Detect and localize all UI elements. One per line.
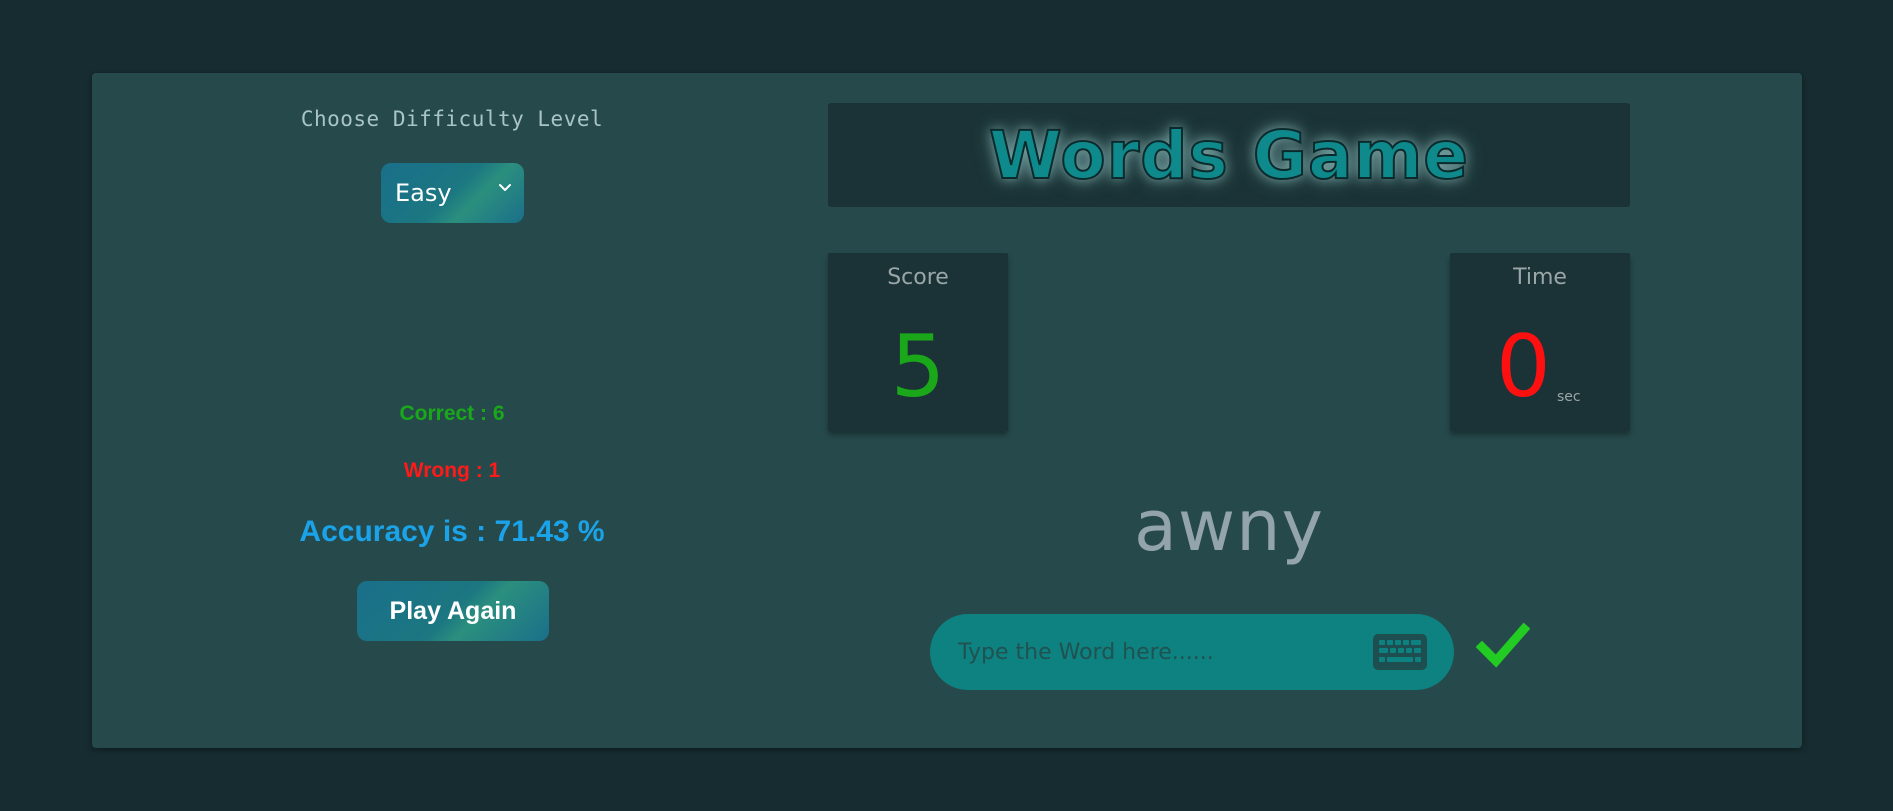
score-value: 5: [890, 317, 946, 417]
time-value: 0: [1496, 317, 1551, 417]
difficulty-selected-value: Easy: [395, 179, 452, 207]
accuracy-stat: Accuracy is : 71.43 %: [299, 515, 605, 548]
keyboard-icon[interactable]: [1372, 632, 1428, 672]
play-again-button[interactable]: Play Again: [357, 581, 549, 641]
current-word: awny: [1134, 485, 1324, 567]
difficulty-select[interactable]: Easy: [381, 163, 524, 223]
correct-count: Correct : 6: [399, 402, 505, 425]
score-card: Score 5: [828, 253, 1008, 431]
chevron-down-icon: [499, 184, 511, 191]
game-panel: Choose Difficulty Level Easy Correct : 6…: [92, 73, 1802, 748]
title-banner: Words Game: [828, 103, 1630, 207]
game-title: Words Game: [988, 116, 1470, 195]
score-label: Score: [887, 265, 949, 290]
time-unit: sec: [1557, 389, 1581, 405]
difficulty-label: Choose Difficulty Level: [300, 107, 604, 131]
time-card: Time 0 sec: [1450, 253, 1630, 431]
word-input-container: [930, 614, 1454, 690]
settings-column: Choose Difficulty Level Easy Correct : 6…: [92, 73, 812, 748]
time-label: Time: [1513, 265, 1567, 290]
word-input[interactable]: [958, 614, 1358, 690]
checkmark-icon[interactable]: [1476, 621, 1530, 669]
wrong-count: Wrong : 1: [403, 459, 501, 482]
